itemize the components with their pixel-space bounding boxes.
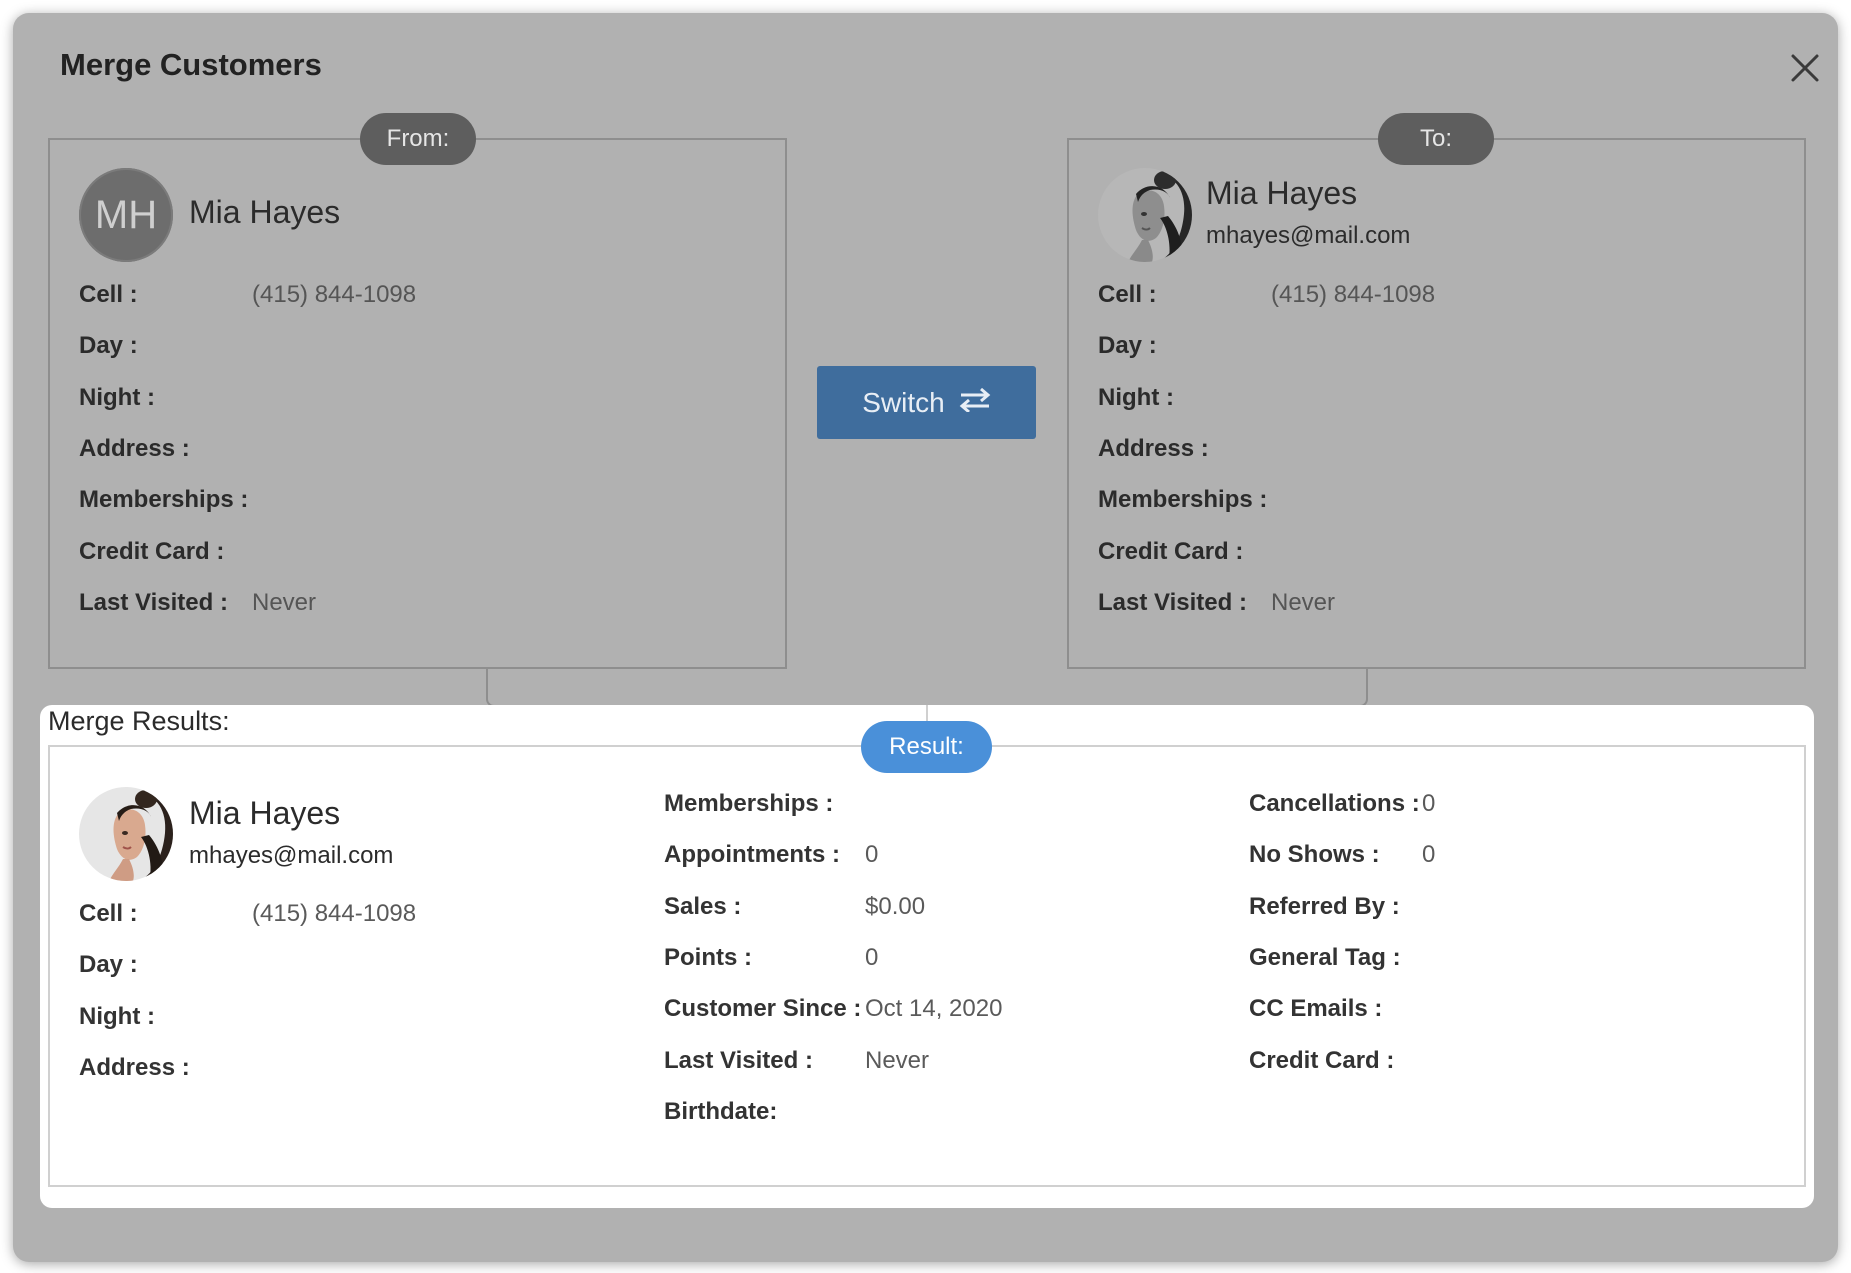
field-value: (415) 844-1098 <box>1271 281 1436 308</box>
field-label: Last Visited : <box>1098 588 1247 616</box>
field-label: Memberships : <box>1098 486 1268 514</box>
switch-button-label: Switch <box>862 386 945 418</box>
result-badge: Result: <box>861 721 992 773</box>
field-label: Memberships : <box>79 486 249 514</box>
merge-connector-left <box>486 669 928 707</box>
field-label: Credit Card : <box>79 537 225 565</box>
field-label: General Tag : <box>1249 943 1401 971</box>
field-row: Night : <box>1098 384 1658 420</box>
field-row: Customer Since : Oct 14, 2020 <box>664 995 1224 1031</box>
field-label: Points : <box>664 943 752 971</box>
field-value: Oct 14, 2020 <box>865 995 1003 1023</box>
field-value: Never <box>1271 588 1336 616</box>
field-row: Sales : $0.00 <box>664 893 1224 929</box>
field-label: No Shows : <box>1249 841 1380 869</box>
field-label: Cell : <box>79 281 138 308</box>
close-icon[interactable] <box>1788 51 1822 85</box>
field-row: Points : 0 <box>664 944 1224 980</box>
avatar <box>1098 168 1192 262</box>
field-row: Night : <box>79 384 639 420</box>
field-label: Night : <box>79 383 155 411</box>
field-row: Cell : (415) 844-1098 <box>1098 281 1658 317</box>
from-badge: From: <box>360 113 476 165</box>
field-label: Birthdate: <box>664 1097 778 1125</box>
field-value: 0 <box>865 943 879 971</box>
field-label: Cancellations : <box>1249 790 1420 817</box>
field-label: Last Visited : <box>79 588 228 616</box>
field-value: 0 <box>1422 790 1436 817</box>
field-row: Last Visited : Never <box>79 589 639 625</box>
field-row: Referred By : <box>1249 893 1809 929</box>
to-badge: To: <box>1378 113 1494 165</box>
field-row: Last Visited : Never <box>664 1047 1224 1083</box>
field-row: No Shows : 0 <box>1249 841 1809 877</box>
field-label: Day : <box>1098 332 1157 360</box>
field-row: Night : <box>79 1003 639 1039</box>
dialog-title: Merge Customers <box>60 47 322 82</box>
result-customer-email: mhayes@mail.com <box>189 842 394 869</box>
field-label: Last Visited : <box>664 1046 813 1074</box>
field-row: Credit Card : <box>1249 1047 1809 1083</box>
field-row: Birthdate: <box>664 1098 1224 1134</box>
field-value: 0 <box>865 841 879 869</box>
field-label: Night : <box>1098 383 1174 411</box>
field-row: Appointments : 0 <box>664 841 1224 877</box>
field-row: Day : <box>79 951 639 987</box>
field-row: Cell : (415) 844-1098 <box>79 900 639 936</box>
field-row: Address : <box>79 435 639 471</box>
field-label: Credit Card : <box>1098 537 1244 565</box>
avatar-initials: MH <box>79 168 173 262</box>
field-label: Referred By : <box>1249 892 1400 920</box>
field-row: Cancellations :0 <box>1249 790 1809 826</box>
field-label: Day : <box>79 951 138 979</box>
merge-connector-right <box>926 669 1368 707</box>
field-value: Never <box>252 588 317 616</box>
field-row: Credit Card : <box>1098 538 1658 574</box>
switch-button[interactable]: Switch <box>817 366 1036 439</box>
merge-results-title: Merge Results: <box>48 706 230 736</box>
field-label: Day : <box>79 332 138 360</box>
field-label: Memberships : <box>664 790 834 817</box>
avatar <box>79 787 173 881</box>
field-label: Address : <box>79 1053 190 1081</box>
field-row: Address : <box>1098 435 1658 471</box>
field-value: (415) 844-1098 <box>252 281 417 308</box>
field-label: Address : <box>1098 434 1209 462</box>
field-label: Appointments : <box>664 841 840 869</box>
field-row: Last Visited : Never <box>1098 589 1658 625</box>
result-customer-name: Mia Hayes <box>189 795 341 831</box>
to-customer-email: mhayes@mail.com <box>1206 222 1411 249</box>
to-customer-name: Mia Hayes <box>1206 175 1358 211</box>
field-row: Cell : (415) 844-1098 <box>79 281 639 317</box>
field-value: Never <box>865 1046 930 1074</box>
field-row: Memberships : <box>664 790 1224 826</box>
field-value: $0.00 <box>865 892 926 920</box>
field-label: Cell : <box>79 900 138 927</box>
field-label: Address : <box>79 434 190 462</box>
field-row: Day : <box>79 332 639 368</box>
field-value: 0 <box>1422 841 1436 869</box>
field-label: Credit Card : <box>1249 1046 1395 1074</box>
field-label: Cell : <box>1098 281 1157 308</box>
field-label: Customer Since : <box>664 995 862 1023</box>
field-value: (415) 844-1098 <box>252 900 417 927</box>
field-row: Credit Card : <box>79 538 639 574</box>
field-row: Day : <box>1098 332 1658 368</box>
swap-arrows-icon <box>959 387 991 419</box>
field-row: Memberships : <box>1098 486 1658 522</box>
field-row: Address : <box>79 1054 639 1090</box>
field-row: CC Emails : <box>1249 995 1809 1031</box>
field-label: Night : <box>79 1002 155 1030</box>
field-label: CC Emails : <box>1249 995 1383 1023</box>
from-customer-name: Mia Hayes <box>189 194 341 230</box>
field-row: General Tag : <box>1249 944 1809 980</box>
field-row: Memberships : <box>79 486 639 522</box>
field-label: Sales : <box>664 892 742 920</box>
